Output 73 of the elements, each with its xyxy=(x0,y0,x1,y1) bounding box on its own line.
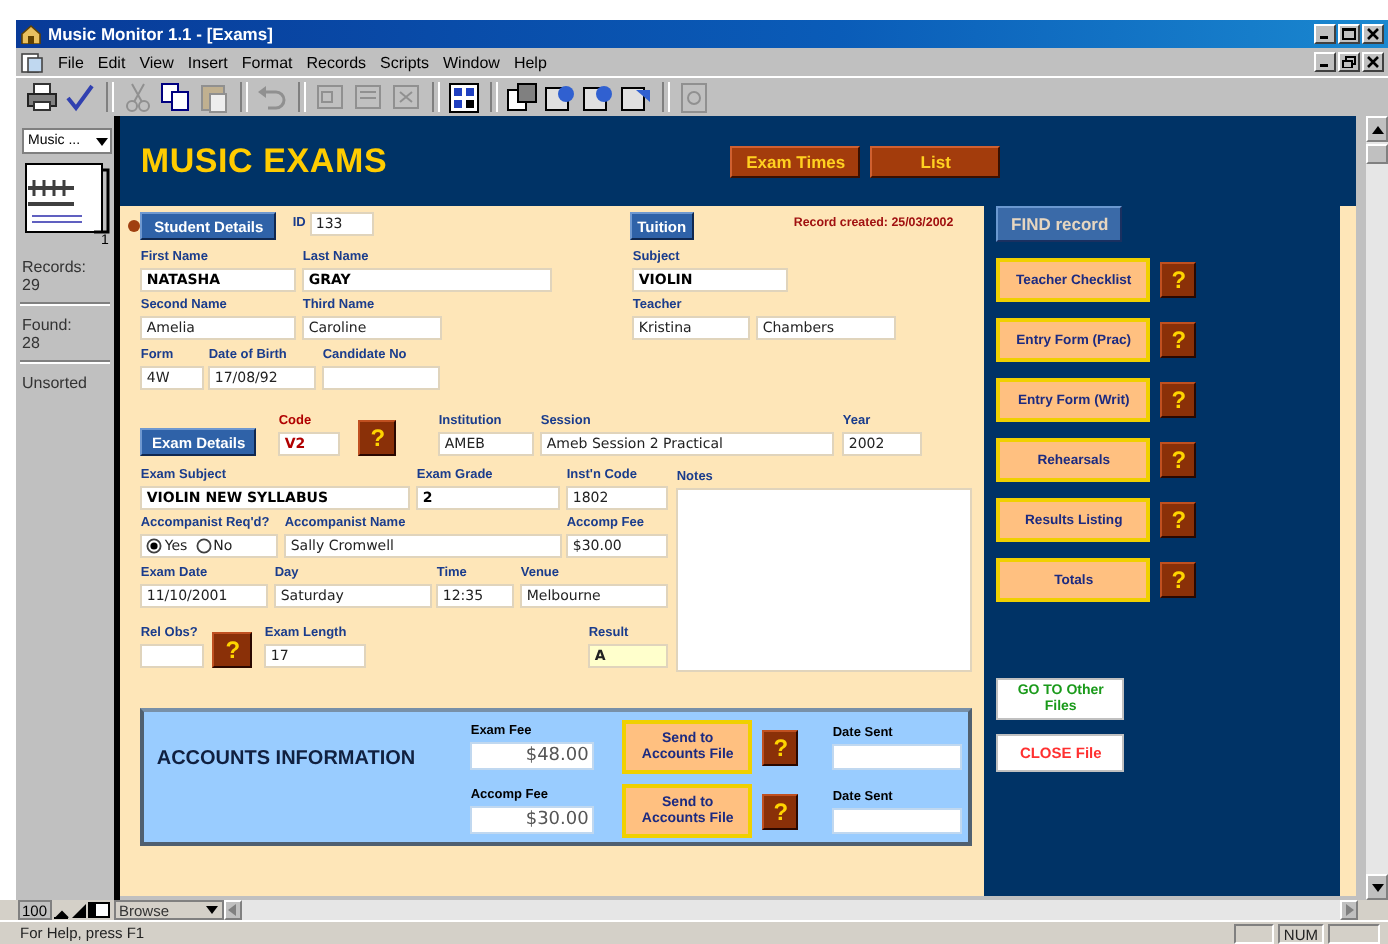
restore-icon xyxy=(1342,56,1356,68)
menu-item[interactable]: View xyxy=(139,53,174,71)
menu-item[interactable]: Help xyxy=(513,53,547,71)
checkmark-icon[interactable] xyxy=(64,81,96,113)
menu-item[interactable]: Format xyxy=(241,53,293,71)
files-icon[interactable] xyxy=(582,81,614,113)
minimize-button[interactable] xyxy=(1314,24,1336,44)
help-button[interactable]: ? xyxy=(762,793,799,829)
help-button[interactable]: ? xyxy=(1160,322,1197,358)
sort-status: Unsorted xyxy=(22,374,89,392)
text-field[interactable]: $30.00 xyxy=(470,806,595,834)
found-label: Found: xyxy=(22,316,74,334)
section-title: ACCOUNTS INFORMATION xyxy=(156,748,418,770)
text-field[interactable] xyxy=(832,807,963,833)
help-button[interactable]: ? xyxy=(1160,562,1197,598)
minimize-button[interactable] xyxy=(1314,52,1336,72)
help-button[interactable]: ? xyxy=(1160,262,1197,298)
close-icon xyxy=(1366,56,1380,68)
grid-icon[interactable] xyxy=(448,81,480,113)
scroll-thumb[interactable] xyxy=(1366,144,1388,164)
notes-field[interactable] xyxy=(676,488,973,672)
record-marker-icon xyxy=(128,220,141,232)
help-button[interactable]: ? xyxy=(358,420,397,456)
book-icon[interactable] xyxy=(22,160,110,234)
help-button[interactable]: ? xyxy=(1160,442,1197,478)
files-icon[interactable] xyxy=(506,81,538,113)
copy-icon[interactable] xyxy=(160,81,192,113)
vertical-scrollbar[interactable] xyxy=(1364,116,1388,900)
header-button[interactable]: Exam Times xyxy=(730,145,861,177)
help-button[interactable]: ? xyxy=(762,729,799,765)
restore-button[interactable] xyxy=(1338,52,1360,72)
text-field[interactable]: $48.00 xyxy=(470,742,595,770)
caret-icon xyxy=(96,137,108,145)
caret-icon xyxy=(205,906,218,914)
document-icon[interactable] xyxy=(20,51,44,73)
help-button[interactable]: ? xyxy=(1160,502,1197,538)
help-button[interactable]: ? xyxy=(212,632,253,668)
close-button[interactable] xyxy=(1362,52,1384,72)
found-count: 28 xyxy=(22,334,42,352)
status-area-icon[interactable] xyxy=(87,900,110,920)
close-icon xyxy=(1366,28,1380,40)
find-button[interactable]: FIND record xyxy=(996,206,1123,242)
menu-item[interactable]: File xyxy=(58,53,84,71)
records-count: 29 xyxy=(22,276,42,294)
page-title: MUSIC EXAMS xyxy=(140,141,388,181)
maximize-icon xyxy=(1342,28,1356,40)
text-field[interactable] xyxy=(140,644,205,668)
files-icon[interactable] xyxy=(620,81,652,113)
text-field[interactable] xyxy=(832,743,963,769)
text-field[interactable] xyxy=(322,366,441,390)
up-arrow-icon xyxy=(1371,125,1384,133)
zoom-in-icon[interactable] xyxy=(69,900,88,920)
help-button[interactable]: ? xyxy=(1160,382,1197,418)
maximize-button[interactable] xyxy=(1338,24,1360,44)
menu-item[interactable]: Edit xyxy=(97,53,126,71)
left-arrow-icon xyxy=(228,904,237,916)
menu-item[interactable]: Scripts xyxy=(380,53,429,71)
clipboard-icon[interactable] xyxy=(198,81,230,113)
status-indicator xyxy=(1328,923,1380,943)
down-arrow-icon xyxy=(1371,883,1384,891)
status-indicator xyxy=(1233,923,1274,943)
records-label: Records: xyxy=(22,258,89,276)
menu-item[interactable]: Records xyxy=(306,53,367,71)
right-arrow-icon xyxy=(1345,904,1353,916)
menu-item[interactable]: Window xyxy=(443,53,500,71)
header-button[interactable]: List xyxy=(870,145,1001,177)
window-title: Music Monitor 1.1 - [Exams] xyxy=(48,24,273,44)
files-icon[interactable] xyxy=(544,81,576,113)
app-icon xyxy=(20,24,42,44)
scroll-right-button[interactable] xyxy=(1340,900,1358,920)
menu-item[interactable]: Insert xyxy=(187,53,228,71)
printer-icon[interactable] xyxy=(26,81,58,113)
close-button[interactable] xyxy=(1362,24,1384,44)
